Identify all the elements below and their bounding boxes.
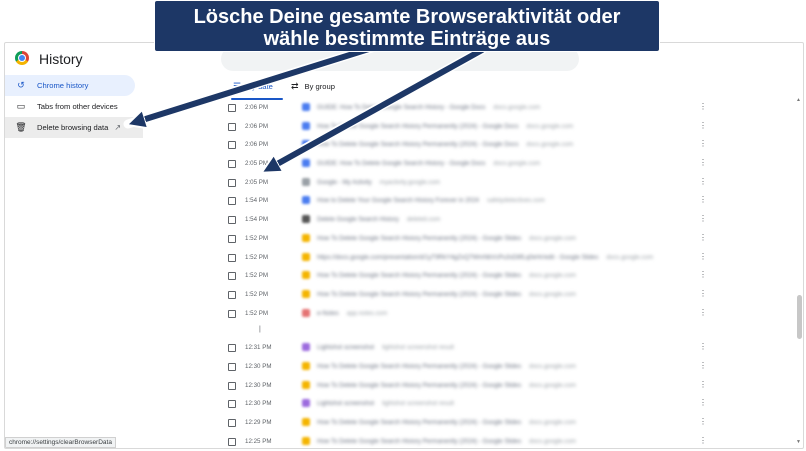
banner-line-1: Lösche Deine gesamte Browseraktivität od…	[193, 6, 621, 28]
instruction-banner: Lösche Deine gesamte Browseraktivität od…	[154, 0, 660, 52]
screenshot: History ↺ Chrome history ▭ Tabs from oth…	[0, 0, 806, 451]
annotation-arrows	[123, 43, 487, 177]
arrow-to-delete-browsing-data	[123, 43, 377, 124]
banner-line-2: wähle bestimmte Einträge aus	[263, 28, 551, 50]
